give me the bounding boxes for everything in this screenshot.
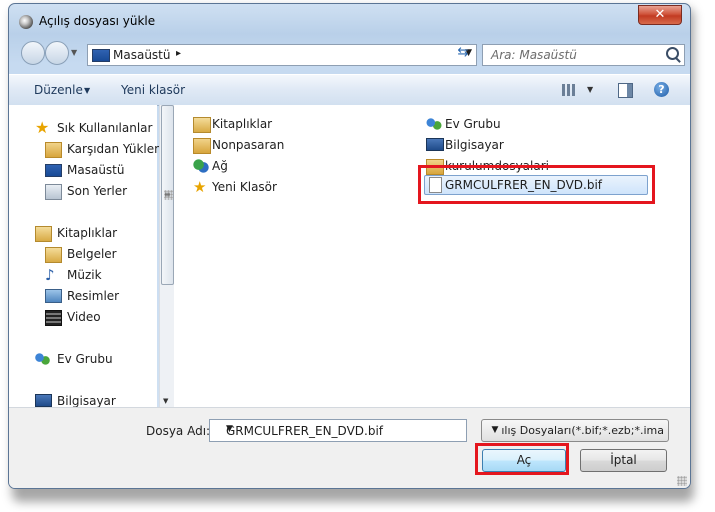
filetype-dropdown-icon[interactable]: ▼ [488, 420, 502, 441]
help-icon[interactable]: ? [654, 82, 669, 97]
open-file-dialog: Açılış dosyası yükle ✕ ▼ Masaüstü ▸ ▼ ⇆ … [8, 3, 691, 489]
list-item[interactable]: Nonpasaran [193, 138, 285, 154]
desktop-icon [92, 49, 110, 62]
search-placeholder: Ara: Masaüstü [491, 48, 577, 62]
list-item[interactable]: Ağ [193, 159, 228, 173]
file-list: Kitaplıklar Nonpasaran Ağ ★ Yeni Klasör … [174, 105, 690, 407]
user-folder-icon [193, 138, 211, 154]
file-name: Kitaplıklar [212, 117, 273, 131]
pictures-icon [45, 289, 62, 303]
file-name: Yeni Klasör [212, 180, 277, 194]
scrollbar-grip-icon: ≡ [164, 190, 174, 200]
file-name: Ev Grubu [445, 117, 501, 131]
computer-icon [426, 138, 444, 151]
navigation-pane: ★ Sık Kullanılanlar Karşıdan Yüklem Masa… [9, 105, 166, 408]
file-name: Bilgisayar [445, 138, 504, 152]
file-name: Nonpasaran [212, 138, 285, 152]
sidebar-item-label: Masaüstü [67, 163, 125, 177]
file-name: Ağ [212, 159, 228, 173]
search-input[interactable]: Ara: Masaüstü [482, 44, 685, 66]
sidebar-item-label: Bilgisayar [57, 394, 116, 408]
command-bar: Düzenle ▼ Yeni klasör ▼ ? [9, 74, 690, 106]
search-icon[interactable] [666, 47, 679, 60]
homegroup-icon [35, 352, 50, 366]
homegroup-icon [426, 117, 442, 131]
filename-dropdown-icon[interactable]: ▼ [226, 424, 462, 434]
sidebar-item-libraries[interactable]: Kitaplıklar [35, 226, 118, 242]
sidebar-item-downloads[interactable]: Karşıdan Yüklem [45, 142, 166, 158]
documents-icon [45, 247, 62, 263]
libraries-icon [193, 117, 211, 133]
window-title: Açılış dosyası yükle [39, 14, 156, 28]
downloads-folder-icon [45, 142, 62, 158]
sidebar-item-label: Sık Kullanılanlar [57, 121, 153, 135]
sidebar-item-label: Resimler [67, 289, 120, 303]
sidebar-item-label: Ev Grubu [57, 352, 113, 366]
scroll-down-arrow-icon[interactable]: ▼ [163, 397, 168, 405]
network-icon [193, 159, 209, 173]
filename-label: Dosya Adı: [146, 424, 211, 438]
view-dropdown-icon[interactable]: ▼ [587, 85, 593, 94]
highlight-box-file [418, 165, 655, 204]
music-icon: ♪ [45, 266, 55, 284]
back-button[interactable] [21, 41, 45, 65]
list-item[interactable]: ★ Yeni Klasör [193, 178, 277, 196]
list-item[interactable]: Bilgisayar [426, 138, 504, 152]
sidebar-item-desktop[interactable]: Masaüstü [45, 163, 125, 177]
filename-input[interactable]: GRMCULFRER_EN_DVD.bif ▼ [209, 419, 467, 442]
sidebar-item-label: Belgeler [67, 247, 117, 261]
navigation-scrollbar[interactable]: ≡ ▼ [159, 105, 174, 407]
video-icon [45, 310, 62, 326]
filetype-select[interactable]: Açılış Dosyaları(*.bif;*.ezb;*.ima ▼ [481, 419, 669, 442]
organize-dropdown-icon[interactable]: ▼ [84, 86, 90, 95]
star-icon: ★ [35, 118, 50, 137]
sidebar-item-label: Kitaplıklar [57, 226, 118, 240]
sidebar-item-recent-places[interactable]: Son Yerler [45, 184, 128, 200]
sidebar-item-homegroup[interactable]: Ev Grubu [35, 352, 113, 366]
sidebar-item-favorites[interactable]: ★ Sık Kullanılanlar [35, 118, 153, 137]
refresh-icon[interactable]: ⇆ [452, 45, 474, 63]
organize-button[interactable]: Düzenle [34, 83, 83, 97]
sidebar-item-label: Karşıdan Yüklem [67, 142, 166, 156]
sidebar-item-label: Video [67, 310, 101, 324]
star-folder-icon: ★ [193, 178, 207, 196]
list-item[interactable]: Kitaplıklar [193, 117, 273, 133]
close-button[interactable]: ✕ [638, 5, 682, 25]
recent-locations-dropdown-icon[interactable]: ▼ [71, 48, 77, 57]
sidebar-item-documents[interactable]: Belgeler [45, 247, 117, 263]
sidebar-item-computer[interactable]: Bilgisayar [35, 394, 116, 408]
list-item[interactable]: Ev Grubu [426, 117, 501, 131]
address-location[interactable]: Masaüstü [113, 48, 170, 62]
address-bar[interactable]: Masaüstü ▸ ▼ [87, 44, 477, 66]
new-folder-button[interactable]: Yeni klasör [121, 83, 185, 97]
resize-grip-icon[interactable] [677, 476, 687, 486]
libraries-icon [35, 226, 52, 242]
sidebar-item-music[interactable]: ♪ Müzik [45, 266, 102, 284]
filetype-value: Açılış Dosyaları(*.bif;*.ezb;*.ima [488, 424, 664, 437]
sidebar-item-video[interactable]: Video [45, 310, 101, 326]
preview-pane-icon[interactable] [618, 83, 633, 98]
sidebar-item-label: Son Yerler [67, 184, 128, 198]
sidebar-item-label: Müzik [67, 268, 102, 282]
sidebar-item-pictures[interactable]: Resimler [45, 289, 120, 303]
breadcrumb-arrow-icon[interactable]: ▸ [176, 48, 181, 59]
highlight-box-open [475, 443, 569, 475]
view-options-icon[interactable] [562, 84, 576, 96]
cancel-button[interactable]: İptal [580, 449, 667, 472]
dialog-footer: Dosya Adı: GRMCULFRER_EN_DVD.bif ▼ Açılı… [9, 407, 690, 488]
forward-button[interactable] [45, 41, 69, 65]
app-icon [19, 15, 33, 29]
computer-icon [35, 394, 52, 407]
recent-places-icon [45, 184, 62, 200]
desktop-icon [45, 164, 62, 177]
